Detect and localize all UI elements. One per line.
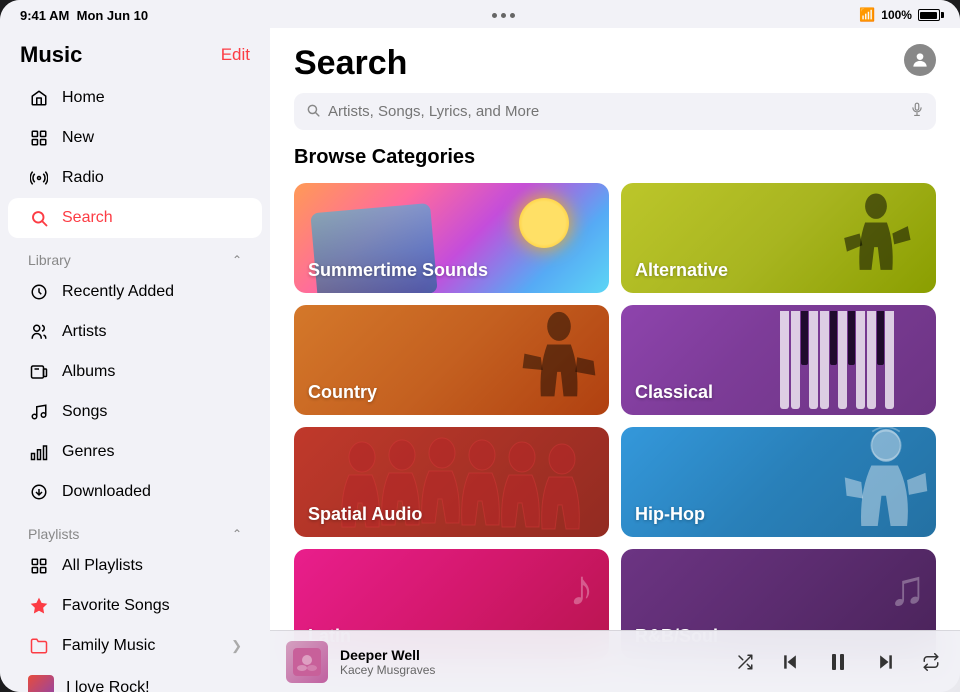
edit-button[interactable]: Edit (221, 45, 250, 65)
favorite-songs-icon (28, 595, 50, 617)
sidebar-item-favorite-songs[interactable]: Favorite Songs (8, 586, 262, 626)
search-bar-container (270, 93, 960, 146)
sidebar-item-family-music[interactable]: Family Music ❯ (8, 626, 262, 666)
family-music-label: Family Music (62, 637, 155, 655)
sidebar-item-radio[interactable]: Radio (8, 158, 262, 198)
hiphop-label: Hip-Hop (635, 504, 705, 525)
main-content: Search (270, 28, 960, 692)
categories-grid: Summertime Sounds Alternative (294, 183, 936, 692)
family-music-icon (28, 635, 50, 657)
forward-button[interactable] (872, 648, 900, 676)
sidebar-item-downloaded[interactable]: Downloaded (8, 472, 262, 512)
family-music-arrow-icon: ❯ (231, 638, 242, 654)
sidebar-item-genres[interactable]: Genres (8, 432, 262, 472)
downloaded-label: Downloaded (62, 483, 151, 501)
play-pause-button[interactable] (822, 646, 854, 678)
artists-icon (28, 321, 50, 343)
status-bar: 9:41 AM Mon Jun 10 📶 100% (0, 0, 960, 28)
browse-categories-title: Browse Categories (294, 146, 936, 169)
track-title: Deeper Well (340, 647, 720, 663)
battery-icon (918, 9, 940, 21)
sidebar-item-artists[interactable]: Artists (8, 312, 262, 352)
artists-label: Artists (62, 323, 106, 341)
sidebar: Music Edit Home New (0, 28, 270, 692)
category-card-classical[interactable]: Classical (621, 305, 936, 415)
category-card-summertime[interactable]: Summertime Sounds (294, 183, 609, 293)
battery-percent: 100% (881, 8, 912, 22)
sidebar-item-new[interactable]: New (8, 118, 262, 158)
i-love-rock-thumbnail (28, 675, 54, 692)
avatar[interactable] (904, 44, 936, 76)
status-time: 9:41 AM Mon Jun 10 (20, 8, 148, 23)
favorite-songs-label: Favorite Songs (62, 597, 170, 615)
sidebar-header: Music Edit (0, 28, 270, 78)
library-chevron-icon[interactable]: ⌃ (232, 253, 242, 267)
repeat-button[interactable] (918, 649, 944, 675)
wifi-icon: 📶 (859, 7, 875, 23)
recently-added-icon (28, 281, 50, 303)
status-dots (492, 13, 515, 18)
playlists-section-header: Playlists ⌃ (0, 512, 270, 546)
albums-label: Albums (62, 363, 115, 381)
category-card-country[interactable]: Country (294, 305, 609, 415)
country-label: Country (308, 382, 377, 403)
main-header: Search (270, 28, 960, 93)
page-title: Search (294, 44, 407, 83)
search-nav-icon (28, 207, 50, 229)
search-nav-label: Search (62, 209, 113, 227)
spatial-audio-label: Spatial Audio (308, 504, 422, 525)
category-card-alternative[interactable]: Alternative (621, 183, 936, 293)
radio-icon (28, 167, 50, 189)
microphone-icon[interactable] (910, 100, 924, 123)
sidebar-item-all-playlists[interactable]: All Playlists (8, 546, 262, 586)
alternative-figure (836, 183, 916, 293)
search-input[interactable] (328, 103, 902, 120)
genres-label: Genres (62, 443, 114, 461)
rewind-button[interactable] (776, 648, 804, 676)
playlists-label: Playlists (28, 526, 79, 542)
shuffle-button[interactable] (732, 649, 758, 675)
all-playlists-label: All Playlists (62, 557, 143, 575)
now-playing-bar: Deeper Well Kacey Musgraves (270, 630, 960, 692)
library-label: Library (28, 252, 71, 268)
home-label: Home (62, 89, 105, 107)
all-playlists-icon (28, 555, 50, 577)
downloaded-icon (28, 481, 50, 503)
playback-controls (732, 646, 944, 678)
summertime-label: Summertime Sounds (308, 260, 488, 281)
now-playing-thumbnail (286, 641, 328, 683)
alternative-label: Alternative (635, 260, 728, 281)
library-section-header: Library ⌃ (0, 238, 270, 272)
sidebar-item-recently-added[interactable]: Recently Added (8, 272, 262, 312)
recently-added-label: Recently Added (62, 283, 174, 301)
sidebar-item-songs[interactable]: Songs (8, 392, 262, 432)
radio-label: Radio (62, 169, 104, 187)
search-bar-icon (306, 103, 320, 120)
track-artist: Kacey Musgraves (340, 663, 720, 677)
category-card-spatial[interactable]: Spatial Audio (294, 427, 609, 537)
category-card-hiphop[interactable]: Hip-Hop (621, 427, 936, 537)
ipad-frame: 9:41 AM Mon Jun 10 📶 100% Music Edit (0, 0, 960, 692)
new-label: New (62, 129, 94, 147)
classical-label: Classical (635, 382, 713, 403)
now-playing-info: Deeper Well Kacey Musgraves (340, 647, 720, 677)
app-area: Music Edit Home New (0, 28, 960, 692)
sidebar-item-albums[interactable]: Albums (8, 352, 262, 392)
sidebar-item-home[interactable]: Home (8, 78, 262, 118)
albums-icon (28, 361, 50, 383)
sidebar-item-i-love-rock[interactable]: I love Rock! (8, 666, 262, 692)
sidebar-item-search[interactable]: Search (8, 198, 262, 238)
genres-icon (28, 441, 50, 463)
i-love-rock-label: I love Rock! (66, 679, 150, 692)
songs-icon (28, 401, 50, 423)
sidebar-title: Music (20, 42, 82, 68)
status-right: 📶 100% (859, 7, 940, 23)
browse-section: Browse Categories Summertime Sounds (270, 146, 960, 692)
home-icon (28, 87, 50, 109)
songs-label: Songs (62, 403, 107, 421)
search-bar[interactable] (294, 93, 936, 130)
playlists-chevron-icon[interactable]: ⌃ (232, 527, 242, 541)
new-icon (28, 127, 50, 149)
